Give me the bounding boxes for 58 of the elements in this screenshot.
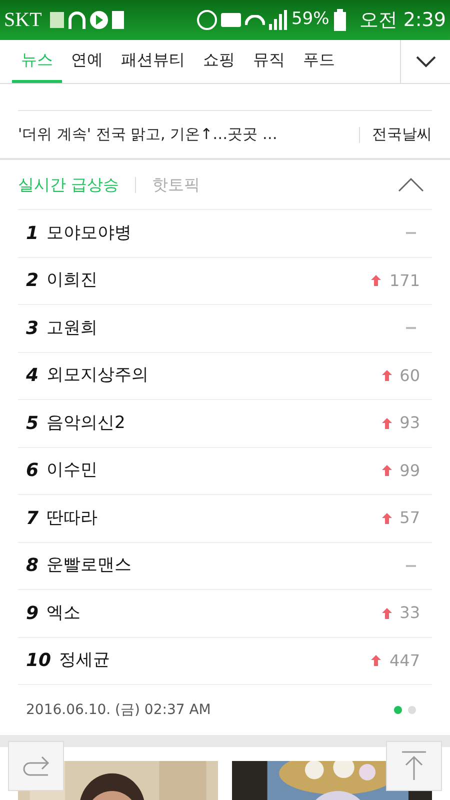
rank-number: 9 [26,602,39,626]
rank-change: 57 [400,507,420,530]
keyword-link[interactable]: 딴따라 [46,506,382,531]
up-arrow-icon [382,512,392,524]
update-timestamp: 2016.06.10. (금) 02:37 AM [26,700,212,720]
category-tab[interactable]: 뮤직 [244,40,294,83]
headphones-icon [68,11,86,29]
rank-change: 93 [400,412,420,434]
keyword-link[interactable]: 외모지상주의 [46,363,382,388]
clock: 오전 2:39 [359,8,446,33]
keyword-link[interactable]: 이희진 [46,268,372,294]
play-icon [90,11,108,29]
rank-change: 447 [389,650,420,672]
signal-icon [269,10,288,30]
share-icon [22,755,50,777]
up-arrow-icon [371,655,382,666]
no-change-icon [406,327,416,330]
weather-link[interactable]: 전국날씨 [372,123,432,146]
keyword-link[interactable]: 모야모야병 [46,220,406,246]
rank-change: 171 [389,270,420,292]
arrow-up-icon [401,751,427,781]
up-arrow-icon [382,608,392,619]
up-arrow-icon [382,370,392,382]
keyword-link[interactable]: 정세균 [59,648,372,674]
rank-number: 6 [26,459,39,484]
keyword-link[interactable]: 이수민 [46,458,382,484]
up-arrow-icon [382,465,392,476]
no-change-icon [406,232,416,234]
category-tab[interactable]: 쇼핑 [194,40,244,83]
up-arrow-icon [382,418,392,429]
keyword-link[interactable]: 고원희 [46,316,406,341]
share-button[interactable] [8,741,64,791]
battery-icon [333,9,348,31]
chevron-up-icon[interactable] [398,178,424,192]
rank-change: 60 [400,364,420,387]
keyword-link[interactable]: 엑소 [46,600,382,626]
carrier-label: SKT [4,8,42,33]
keyword-link[interactable]: 음악의신2 [46,410,382,436]
rank-number: 1 [26,222,39,246]
category-tab[interactable]: 푸드 [294,40,344,83]
rank-number: 5 [26,412,39,436]
rank-number: 8 [26,554,39,578]
rank-number: 7 [26,506,39,531]
battery-percent: 59% [291,8,330,32]
no-change-icon [406,564,416,567]
chevron-down-icon [416,56,436,68]
category-tab[interactable]: 패션뷰티 [112,40,194,83]
rank-number: 4 [26,364,39,388]
rank-number: 3 [26,316,39,341]
keyword-link[interactable]: 운빨로맨스 [46,553,406,578]
rank-change: 33 [400,602,420,624]
up-arrow-icon [371,275,382,286]
scroll-top-button[interactable] [386,741,442,791]
rank-number: 10 [26,649,52,674]
category-tab[interactable]: 연예 [62,40,112,83]
rank-number: 2 [26,269,39,294]
rank-change: 99 [400,460,420,482]
weather-headline[interactable]: '더위 계속' 전국 맑고, 기온↑…곳곳 … [18,123,347,146]
